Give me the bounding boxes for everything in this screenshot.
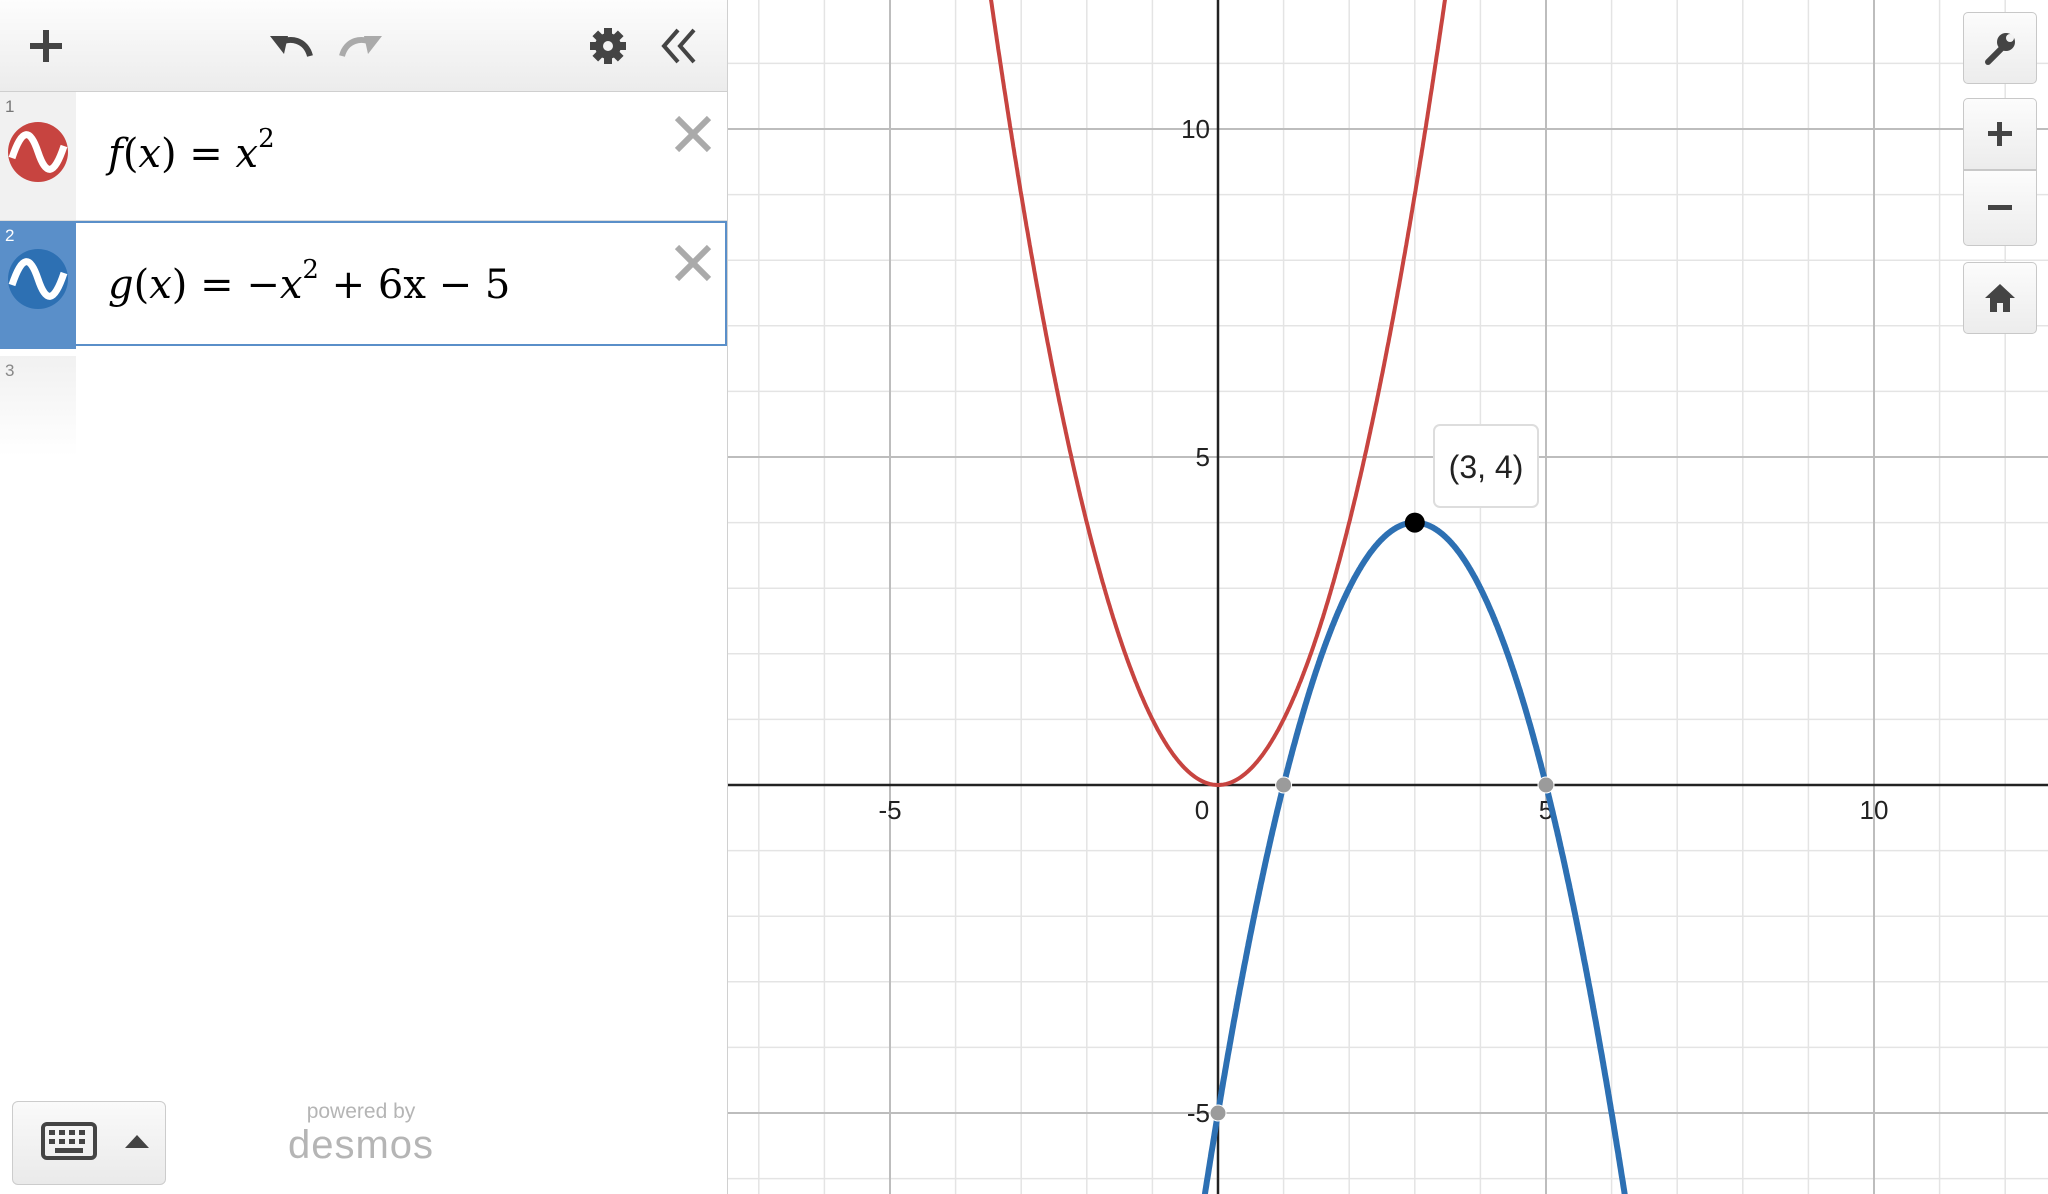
function-arg: x <box>138 131 161 177</box>
expression-index: 3 <box>5 361 15 380</box>
expression-row[interactable]: 2 g(x) = −x2 + 6x − 5 <box>0 221 727 349</box>
zoom-in-icon <box>1988 122 2012 146</box>
undo-button[interactable] <box>262 18 318 74</box>
function-arg: x <box>149 262 172 308</box>
redo-button[interactable] <box>334 18 390 74</box>
point-label: (3, 4) <box>1449 449 1524 485</box>
desmos-logo-text: desmos <box>287 1123 435 1167</box>
add-icon <box>30 30 62 62</box>
expression-index: 2 <box>5 226 15 245</box>
gear-icon <box>590 28 626 64</box>
curve-g[interactable] <box>1201 519 1631 1194</box>
redo-icon <box>339 36 382 58</box>
wave-icon <box>8 131 68 173</box>
expression-gutter[interactable]: 2 <box>0 221 76 349</box>
intercept-point <box>1275 776 1293 794</box>
powered-by-label: powered by <box>306 1100 416 1123</box>
expression-index: 1 <box>5 97 15 116</box>
keyboard-icon <box>41 1122 149 1160</box>
y-tick-label: 5 <box>1196 442 1210 472</box>
exponent: 2 <box>302 255 319 285</box>
y-tick-label: -5 <box>1187 1098 1210 1128</box>
point-label-box: (3, 4) <box>1433 424 1539 508</box>
vertex-point <box>1404 512 1425 533</box>
undo-icon <box>270 36 313 58</box>
close-icon[interactable] <box>671 112 715 156</box>
caret-up-icon <box>125 1135 149 1148</box>
zoom-out-icon <box>1988 205 2012 210</box>
add-item-button[interactable] <box>18 18 74 74</box>
expression-panel: 1 f(x) = x2 2 g(x) = −x2 + 6x − 5 3 powe… <box>0 0 728 1194</box>
settings-button[interactable] <box>580 18 636 74</box>
function-rhs: −x <box>246 262 303 308</box>
function-rhs: x <box>235 131 259 177</box>
wrench-icon <box>1985 33 2015 65</box>
expression-math[interactable]: g(x) = −x2 + 6x − 5 <box>108 255 510 308</box>
close-icon[interactable] <box>671 241 715 285</box>
function-rhs-tail: + 6x − 5 <box>318 262 511 308</box>
desmos-branding[interactable]: powered by desmos <box>276 1100 446 1166</box>
y-tick-label: 10 <box>1181 114 1210 144</box>
x-tick-label: -5 <box>878 795 901 825</box>
keyboard-toggle-button[interactable] <box>12 1101 166 1185</box>
expression-gutter[interactable]: 1 <box>0 92 76 220</box>
graph-canvas[interactable]: -5 0 5 10105-5 (3, 4) <box>728 0 2048 1194</box>
exponent: 2 <box>258 124 275 154</box>
function-name: g <box>108 262 134 308</box>
zoom-in-button[interactable] <box>1963 98 2037 170</box>
expression-row[interactable]: 1 f(x) = x2 <box>0 92 727 221</box>
graph-toggle-icon[interactable] <box>8 122 68 182</box>
default-viewport-button[interactable] <box>1963 262 2037 334</box>
home-icon <box>1985 284 2015 312</box>
graph-settings-button[interactable] <box>1963 12 2037 84</box>
expression-math[interactable]: f(x) = x2 <box>108 124 275 177</box>
intercept-point <box>1209 1104 1227 1122</box>
expression-toolbar <box>0 0 727 92</box>
new-expression-row[interactable]: 3 <box>0 356 76 456</box>
wave-icon <box>8 258 68 300</box>
x-tick-label: 0 <box>1195 795 1209 825</box>
collapse-icon <box>661 28 696 64</box>
collapse-panel-button[interactable] <box>652 18 708 74</box>
zoom-out-button[interactable] <box>1963 170 2037 246</box>
intercept-point <box>1537 776 1555 794</box>
function-name: f <box>108 131 123 177</box>
graph-toggle-icon[interactable] <box>8 249 68 309</box>
x-tick-label: 10 <box>1860 795 1889 825</box>
